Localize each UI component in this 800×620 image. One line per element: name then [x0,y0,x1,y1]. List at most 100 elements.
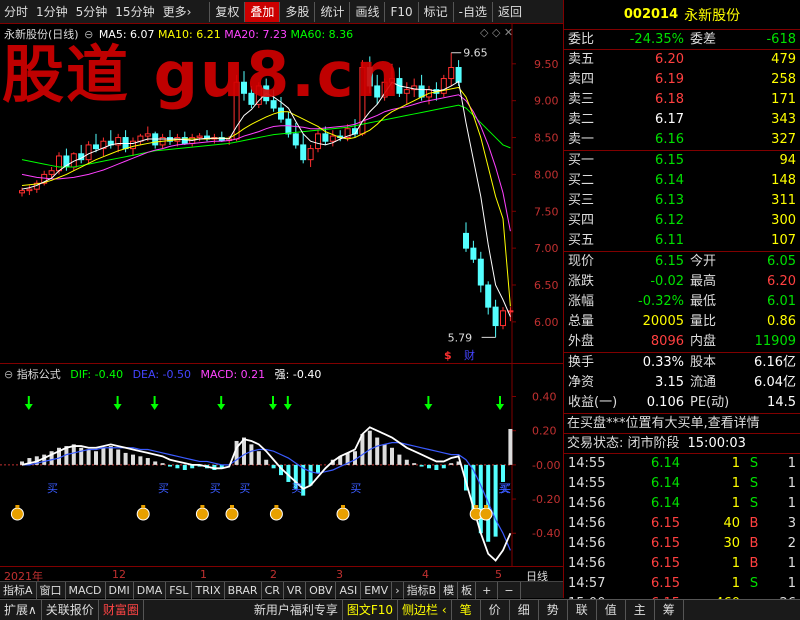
indicator-tab[interactable]: DMA [134,581,167,599]
finance-marker-icon[interactable]: 财 [464,348,475,362]
macd-y-tick-label: -0.40 [532,527,560,540]
kline-chart[interactable]: 9.50 9.00 8.50 8.00 7.50 7.00 6.50 6.00 9.65 5.79… [0,24,563,364]
indicator-more-icon[interactable]: › [392,581,404,599]
mark-button[interactable]: 标记 [417,1,453,22]
tab-more[interactable]: 更多› [159,2,196,22]
tab-linked[interactable]: 联 [568,600,597,620]
bid-price: 6.11 [655,233,684,248]
tick-time: 14:56 [568,536,606,551]
stat-row: 涨跌 -0.02 最高 6.20 [564,272,800,292]
y-tick-label: 9.00 [534,95,559,108]
tick-row: 14:56 6.14 1 S 1 [564,494,800,514]
stock-name[interactable]: 永新股份 [684,5,740,25]
statistics-button[interactable]: 统计 [314,1,349,22]
tab-detail[interactable]: 细 [510,600,539,620]
expand-button[interactable]: 扩展∧ [0,600,42,620]
indicator-tab[interactable]: VR [284,581,307,599]
big-order-notice[interactable]: 在买盘***位置有大买单,查看详情 [567,414,760,433]
indicator-tab[interactable]: EMV [361,581,393,599]
macd-y-tick-label: 0.20 [532,425,557,438]
tab-timeshare[interactable]: 分时 [0,2,32,22]
candle [33,180,40,193]
tick-row: 14:55 6.14 1 S 1 [564,474,800,494]
candle [307,144,314,168]
tab-15min[interactable]: 15分钟 [111,2,158,22]
macd-chart[interactable]: 0.400.20-0.00-0.20-0.40买买买买买买买买买 [0,364,563,566]
wealth-circle-button[interactable]: 财富圈 [99,600,144,620]
ask-price: 6.17 [655,112,684,127]
bid-row[interactable]: 买一 6.15 94 [564,151,800,171]
tick-list[interactable]: 14:55 6.14 1 S 1 14:55 6.14 1 S 1 14:56 6.14 1 S 1 14:5… [564,454,800,614]
y-tick-label: 6.50 [534,279,559,292]
bid-row[interactable]: 买四 6.12 300 [564,211,800,231]
stat-value: -0.32% [638,294,684,309]
fuquan-button[interactable]: 复权 [209,1,244,22]
x-axis: 2021年 12 1 2 3 4 5 日线 [0,566,563,583]
tab-chips[interactable]: 筹 [655,600,684,620]
tab-main[interactable]: 主 [626,600,655,620]
draw-line-button[interactable]: 画线 [349,1,384,22]
indicator-tab[interactable]: ASI [336,581,362,599]
candle [204,130,210,142]
zoom-out-button[interactable]: − [498,581,521,599]
tab-5min[interactable]: 5分钟 [72,2,112,22]
ma60-line [21,104,511,168]
candle [85,141,92,164]
bid-row[interactable]: 买五 6.11 107 [564,231,800,251]
tab-price[interactable]: 价 [481,600,510,620]
sidebar-toggle-button[interactable]: 侧边栏 ‹ [398,600,452,620]
stat-label: 现价 [568,254,595,269]
ask-row[interactable]: 卖二 6.17 343 [564,110,800,130]
x-label-5: 5 [495,568,502,581]
indicator-tab[interactable]: BRAR [225,581,262,599]
ask-row[interactable]: 卖五 6.20 479 [564,50,800,70]
weibi-label: 委比 [568,32,595,47]
tick-price: 6.14 [651,496,680,511]
weicha-value: -618 [766,32,796,47]
bid-volume: 94 [779,153,796,168]
notice-row[interactable]: 在买盘***位置有大买单,查看详情 [564,414,800,434]
indicator-tab[interactable]: OBV [306,581,337,599]
stat-label: 内盘 [690,334,717,349]
indicator-tab[interactable]: 板 [458,581,477,599]
tick-volume: 40 [723,516,740,531]
indicator-tab[interactable]: 窗口 [37,581,66,599]
bid-label: 买五 [568,233,595,248]
remove-watchlist-button[interactable]: -自选 [452,1,492,22]
dividend-marker-icon[interactable]: $ [444,349,452,362]
ask-row[interactable]: 卖三 6.18 171 [564,90,800,110]
indicator-tab[interactable]: DMI [106,581,134,599]
indicator-tab[interactable]: 指标B [404,581,441,599]
x-label-1: 1 [200,568,207,581]
tab-trend[interactable]: 势 [539,600,568,620]
f10-graphic-button[interactable]: 图文F10 [343,600,399,620]
indicator-tab[interactable]: 指标A [0,581,37,599]
zoom-in-button[interactable]: + [476,581,499,599]
y-tick-label: 8.50 [534,132,559,145]
candle [152,131,159,149]
tab-1min[interactable]: 1分钟 [32,2,72,22]
ask-row[interactable]: 卖一 6.16 327 [564,130,800,150]
new-user-welfare-button[interactable]: 新用户福利专享 [250,600,343,620]
indicator-tab[interactable]: TRIX [192,581,225,599]
ask-row[interactable]: 卖四 6.19 258 [564,70,800,90]
overlay-button[interactable]: 叠加 [244,1,280,22]
related-quotes-button[interactable]: 关联报价 [42,600,99,620]
back-button[interactable]: 返回 [492,1,527,22]
fundamental-row: 换手 0.33% 股本 6.16亿 [564,353,800,373]
indicator-tab[interactable]: 模 [440,581,459,599]
ma-toggle-icon[interactable]: ⊖ [84,28,93,41]
bid-row[interactable]: 买二 6.14 148 [564,171,800,191]
bid-row[interactable]: 买三 6.13 311 [564,191,800,211]
f10-button[interactable]: F10 [384,1,417,22]
indicator-tab[interactable]: MACD [66,581,106,599]
kline-window-controls[interactable]: ◇ ◇ ✕ [480,26,513,39]
indicator-tab[interactable]: FSL [166,581,193,599]
indicator-tab[interactable]: CR [262,581,284,599]
multi-stock-button[interactable]: 多股 [279,1,314,22]
candle [329,130,336,147]
tab-ticks[interactable]: 笔 [452,600,481,620]
fundamental-row: 净资 3.15 流通 6.04亿 [564,373,800,393]
tab-value[interactable]: 值 [597,600,626,620]
y-tick-label: 7.50 [534,205,559,218]
